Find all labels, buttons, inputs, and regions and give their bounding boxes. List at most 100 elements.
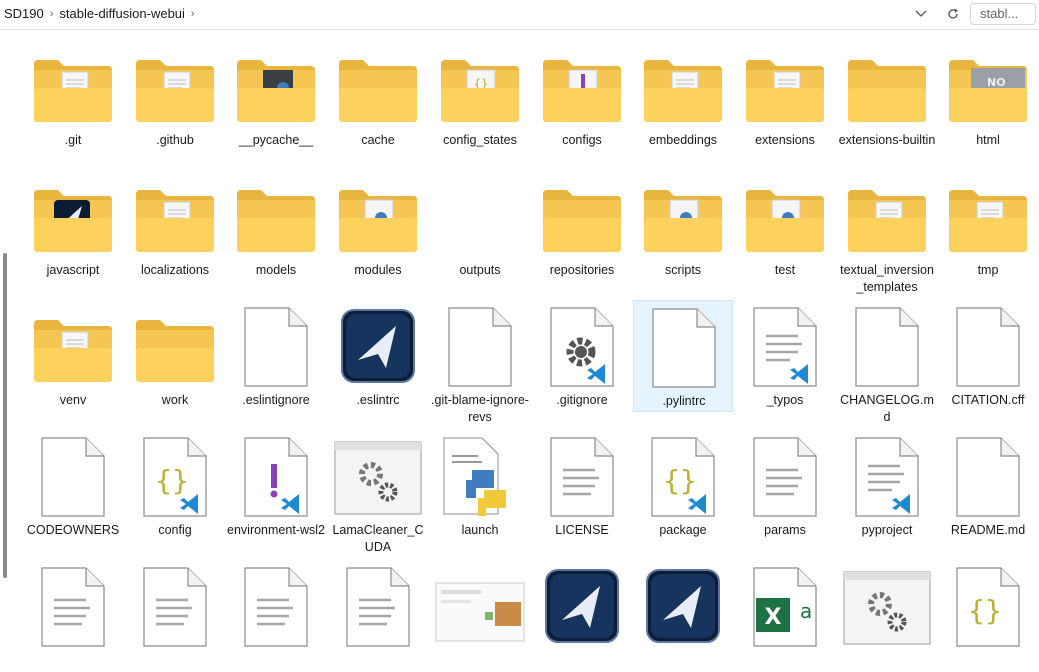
file-item[interactable]: __pycache__ [226, 40, 326, 152]
file-item[interactable]: cache [328, 40, 428, 152]
file-item[interactable]: .eslintrc [328, 300, 428, 412]
file-item[interactable]: venv [23, 300, 123, 412]
folder-icon [633, 188, 733, 254]
svg-text:{}: {} [968, 594, 1002, 627]
file-item[interactable]: _typos [735, 300, 835, 412]
file-item[interactable]: launch [430, 430, 530, 542]
file-item-label: javascript [46, 263, 100, 277]
folder-icon [938, 188, 1038, 254]
file-item[interactable]: extensions-builtin [837, 40, 937, 152]
file-item[interactable]: CODEOWNERS [23, 430, 123, 542]
excel-file-icon: Xa [735, 566, 835, 648]
file-item[interactable]: embeddings [633, 40, 733, 152]
breadcrumb-webui[interactable]: stable-diffusion-webui [59, 6, 185, 21]
folder-icon [532, 188, 632, 254]
file-item[interactable]: README.md [938, 430, 1038, 542]
file-item[interactable]: params [735, 430, 835, 542]
file-item[interactable]: outputs [430, 170, 530, 282]
chevron-right-icon[interactable]: › [191, 8, 195, 20]
folder-icon [23, 318, 123, 384]
folder-icon [23, 188, 123, 254]
file-item[interactable]: test [735, 170, 835, 282]
file-item[interactable]: {} package [633, 430, 733, 542]
file-item-label: CITATION.cff [951, 393, 1025, 407]
search-input[interactable]: stabl... [970, 3, 1036, 25]
json-file-icon: {} [633, 436, 733, 518]
file-item-label: test [774, 263, 796, 277]
scrollbar-thumb[interactable] [3, 253, 7, 578]
file-item[interactable]: {} [938, 560, 1038, 672]
file-item[interactable] [23, 560, 123, 672]
file-item[interactable]: CHANGELOG.md [837, 300, 937, 424]
file-item[interactable]: .git [23, 40, 123, 152]
file-item-label: localizations [140, 263, 210, 277]
file-item[interactable] [633, 560, 733, 672]
file-item[interactable]: models [226, 170, 326, 282]
file-item-label: _typos [766, 393, 804, 407]
file-item-label: venv [59, 393, 87, 407]
file-item[interactable]: modules [328, 170, 428, 282]
file-item[interactable]: textual_inversion_templates [837, 170, 937, 294]
file-item-label: config_states [443, 133, 517, 147]
file-item-label: textual_inversion_templates [840, 263, 934, 294]
navigation-app-icon [328, 308, 428, 384]
file-item[interactable] [430, 560, 530, 672]
text-file-icon [532, 436, 632, 518]
file-item[interactable]: {} config_states [430, 40, 530, 152]
file-item[interactable]: CITATION.cff [938, 300, 1038, 412]
file-item[interactable]: LamaCleaner_CUDA [328, 430, 428, 554]
file-item-label: CHANGELOG.md [840, 393, 934, 424]
file-item-label: LICENSE [555, 523, 609, 537]
file-item-label: .eslintignore [242, 393, 310, 407]
address-bar: SD190 › stable-diffusion-webui › stabl..… [0, 0, 1039, 30]
file-item[interactable]: scripts [633, 170, 733, 282]
file-item[interactable] [226, 560, 326, 672]
file-item[interactable]: tmp [938, 170, 1038, 282]
file-item[interactable]: configs [532, 40, 632, 152]
svg-text:{}: {} [663, 464, 697, 497]
breadcrumb-sd190[interactable]: SD190 [4, 6, 44, 21]
file-item[interactable]: .eslintignore [226, 300, 326, 412]
file-item[interactable] [328, 560, 428, 672]
file-item[interactable]: LICENSE [532, 430, 632, 542]
navigation-app-icon [532, 568, 632, 644]
file-item-label: extensions [755, 133, 815, 147]
refresh-icon[interactable] [943, 5, 963, 23]
file-item[interactable]: .git-blame-ignore-revs [430, 300, 530, 424]
file-item[interactable] [125, 560, 225, 672]
file-item-label: cache [361, 133, 395, 147]
file-item[interactable]: localizations [125, 170, 225, 282]
file-item[interactable]: NO html [938, 40, 1038, 152]
file-item[interactable]: extensions [735, 40, 835, 152]
file-item[interactable]: environment-wsl2 [226, 430, 326, 542]
folder-icon [328, 188, 428, 254]
file-item[interactable]: pyproject [837, 430, 937, 542]
file-item-label: extensions-builtin [838, 133, 936, 147]
file-item[interactable]: Xa [735, 560, 835, 672]
file-item[interactable] [837, 560, 937, 672]
file-item[interactable] [532, 560, 632, 672]
file-icon [430, 306, 530, 388]
file-item-label: __pycache__ [238, 133, 314, 147]
file-item[interactable]: .github [125, 40, 225, 152]
file-item[interactable]: javascript [23, 170, 123, 282]
folder-icon [226, 188, 326, 254]
gears-window-icon [837, 570, 937, 646]
file-item[interactable]: work [125, 300, 225, 412]
file-item[interactable]: repositories [532, 170, 632, 282]
vscode-file-icon [837, 436, 937, 518]
file-item-label: configs [562, 133, 602, 147]
file-item-label: .eslintrc [356, 393, 400, 407]
file-item-label: .git [64, 133, 82, 147]
scrollbar[interactable] [0, 30, 8, 620]
file-item-label: embeddings [648, 133, 718, 147]
file-item[interactable]: .gitignore [532, 300, 632, 412]
file-item-label: LamaCleaner_CUDA [332, 523, 424, 554]
chevron-down-icon[interactable] [911, 5, 931, 23]
file-item[interactable]: .pylintrc [633, 300, 733, 412]
image-thumbnail-icon [430, 582, 530, 642]
svg-text:a: a [800, 599, 812, 623]
chevron-right-icon[interactable]: › [50, 8, 54, 20]
file-item[interactable]: {} config [125, 430, 225, 542]
file-item-label: tmp [977, 263, 999, 277]
